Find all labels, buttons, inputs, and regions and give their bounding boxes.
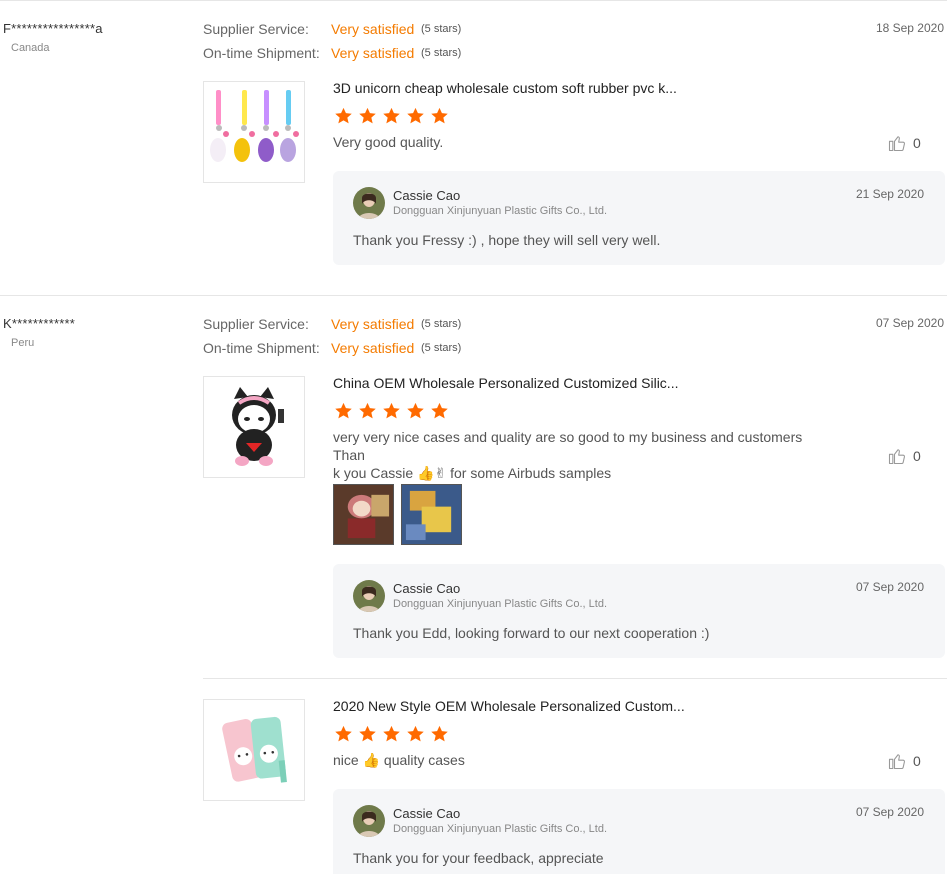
reply-author: Cassie Cao: [393, 581, 461, 596]
product-title-link[interactable]: 3D unicorn cheap wholesale custom soft r…: [333, 80, 677, 96]
reply-text: Thank you Fressy :) , hope they will sel…: [353, 232, 661, 248]
star-icon: [431, 402, 448, 419]
divider-review: [0, 295, 947, 296]
star-icon: [359, 107, 376, 124]
supplier-reply: Cassie Cao Dongguan Xinjunyuan Plastic G…: [333, 789, 945, 874]
thumbs-up-icon: [888, 449, 905, 465]
emoji: 👍: [362, 752, 381, 768]
supplier-service-stars: (5 stars): [421, 23, 462, 35]
review-photo-image: [334, 485, 393, 544]
product-image-cat-phone-case: [204, 377, 304, 477]
reply-company: Dongguan Xinjunyuan Plastic Gifts Co., L…: [393, 823, 608, 835]
shipment-stars: (5 stars): [421, 47, 462, 59]
product-thumbnail[interactable]: [203, 699, 305, 801]
reply-author: Cassie Cao: [393, 806, 461, 821]
star-icon: [383, 402, 400, 419]
divider-top: [0, 0, 947, 1]
review-text-line: quality cases: [380, 752, 465, 768]
review-text-line: very very nice cases and quality are so …: [333, 429, 803, 463]
star-icon: [335, 107, 352, 124]
rating-stars: [332, 401, 451, 421]
shipment-value: Very satisfied: [331, 340, 415, 356]
supplier-reply: Cassie Cao Dongguan Xinjunyuan Plastic G…: [333, 564, 945, 658]
review-text: very very nice cases and quality are so …: [333, 428, 828, 482]
review-text: Very good quality.: [333, 134, 444, 150]
review-text-line: for some Airbuds samples: [446, 465, 612, 481]
avatar: [353, 580, 385, 612]
shipment-label: On-time Shipment:: [203, 340, 320, 356]
avatar: [353, 805, 385, 837]
buyer-country: Peru: [11, 337, 35, 349]
buyer-country: Canada: [11, 42, 50, 54]
supplier-avatar-image: [353, 580, 385, 612]
product-thumbnail[interactable]: [203, 81, 305, 183]
like-count: 0: [913, 135, 921, 151]
product-image-unicorn-keychains: [204, 82, 304, 182]
star-icon: [407, 725, 424, 742]
supplier-service-value: Very satisfied: [331, 316, 415, 332]
reply-company: Dongguan Xinjunyuan Plastic Gifts Co., L…: [393, 205, 608, 217]
rating-stars: [332, 724, 451, 744]
like-count: 0: [913, 448, 921, 464]
divider-product: [203, 678, 947, 679]
reply-text: Thank you for your feedback, appreciate: [353, 850, 604, 866]
like-button[interactable]: 0: [887, 446, 921, 466]
supplier-service-label: Supplier Service:: [203, 316, 309, 332]
review-photo-image: [402, 485, 461, 544]
reply-text: Thank you Edd, looking forward to our ne…: [353, 625, 710, 641]
supplier-avatar-image: [353, 805, 385, 837]
star-icon: [407, 107, 424, 124]
thumbs-up-icon: [888, 754, 905, 770]
emoji: 👍✌: [417, 465, 447, 481]
star-icon: [383, 107, 400, 124]
supplier-service-stars: (5 stars): [421, 318, 462, 330]
review-photo[interactable]: [401, 484, 462, 545]
star-icon: [359, 402, 376, 419]
like-button[interactable]: 0: [887, 133, 921, 153]
star-icon: [335, 402, 352, 419]
reply-author: Cassie Cao: [393, 188, 461, 203]
product-image-phone-cases: [204, 700, 304, 800]
shipment-value: Very satisfied: [331, 45, 415, 61]
reply-date: 07 Sep 2020: [855, 580, 924, 594]
review-date: 07 Sep 2020: [875, 316, 944, 330]
like-button[interactable]: 0: [887, 751, 921, 771]
rating-stars: [332, 106, 451, 126]
buyer-name: K************: [3, 316, 75, 331]
supplier-service-value: Very satisfied: [331, 21, 415, 37]
star-icon: [359, 725, 376, 742]
buyer-name: F****************a: [3, 21, 103, 36]
review-text: nice 👍 quality cases: [333, 751, 828, 769]
review-photo[interactable]: [333, 484, 394, 545]
review-text-line: k you Cassie: [333, 465, 418, 481]
shipment-label: On-time Shipment:: [203, 45, 320, 61]
reply-company: Dongguan Xinjunyuan Plastic Gifts Co., L…: [393, 598, 608, 610]
shipment-stars: (5 stars): [421, 342, 462, 354]
star-icon: [431, 107, 448, 124]
star-icon: [407, 402, 424, 419]
review-text-line: nice: [333, 752, 363, 768]
supplier-reply: Cassie Cao Dongguan Xinjunyuan Plastic G…: [333, 171, 945, 265]
product-title-link[interactable]: China OEM Wholesale Personalized Customi…: [333, 375, 678, 391]
thumbs-up-icon: [888, 136, 905, 152]
reply-date: 21 Sep 2020: [855, 187, 924, 201]
supplier-avatar-image: [353, 187, 385, 219]
product-thumbnail[interactable]: [203, 376, 305, 478]
like-count: 0: [913, 753, 921, 769]
avatar: [353, 187, 385, 219]
review-date: 18 Sep 2020: [875, 21, 944, 35]
star-icon: [335, 725, 352, 742]
reply-date: 07 Sep 2020: [855, 805, 924, 819]
product-title-link[interactable]: 2020 New Style OEM Wholesale Personalize…: [333, 698, 685, 714]
supplier-service-label: Supplier Service:: [203, 21, 309, 37]
star-icon: [431, 725, 448, 742]
star-icon: [383, 725, 400, 742]
